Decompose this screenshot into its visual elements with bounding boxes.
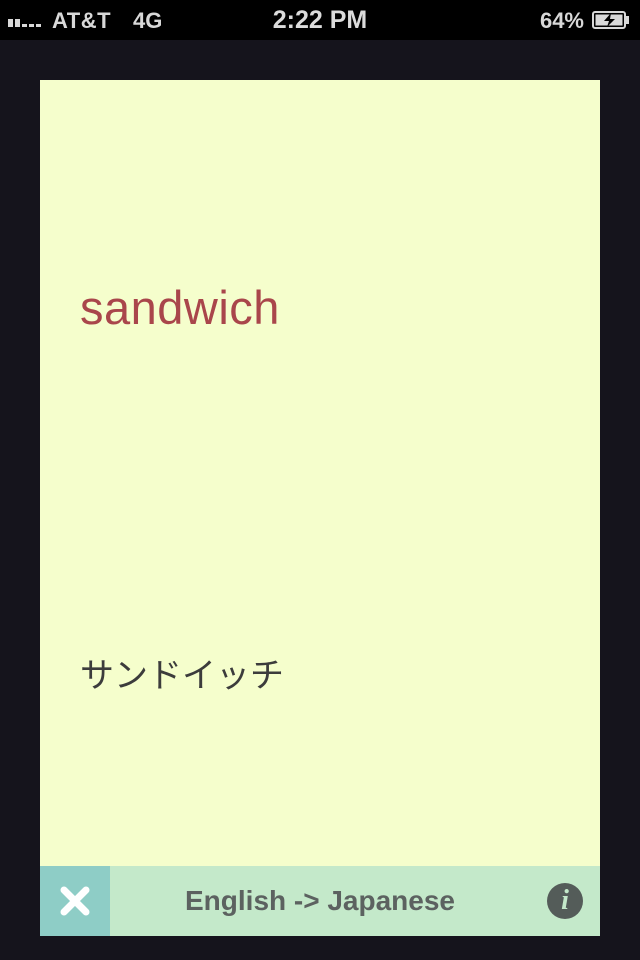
info-button[interactable]: i	[547, 883, 583, 919]
language-direction-label: English -> Japanese	[185, 885, 455, 916]
english-word: sandwich	[80, 281, 280, 334]
close-icon	[60, 886, 90, 916]
japanese-word: サンドイッチ	[80, 656, 284, 696]
info-icon: i	[561, 885, 569, 916]
status-bar: AT&T 4G 2:22 PM 64%	[0, 0, 640, 40]
flashcard[interactable]: sandwich サンドイッチ English -> Japanese i	[40, 80, 600, 936]
close-button[interactable]	[40, 866, 110, 936]
battery-charging-icon	[592, 11, 629, 29]
bottom-bar: English -> Japanese i	[40, 866, 600, 936]
battery-percent: 64%	[539, 8, 584, 33]
